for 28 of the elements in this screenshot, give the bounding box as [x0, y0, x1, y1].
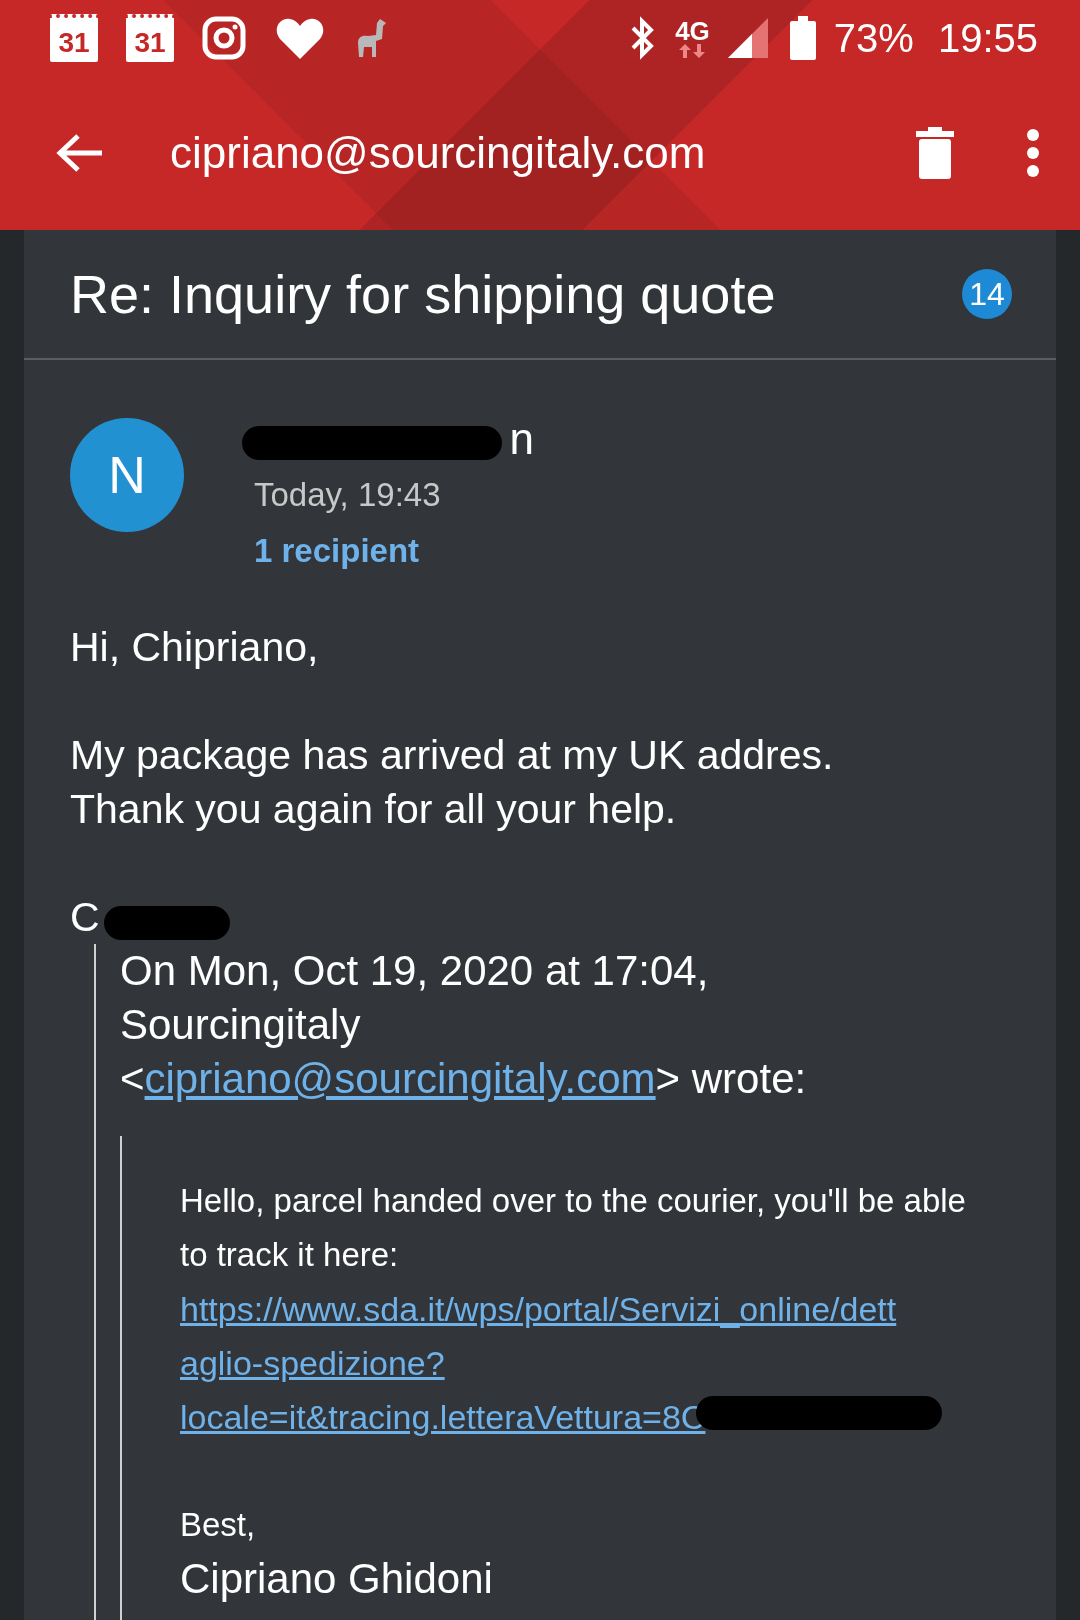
- delete-button[interactable]: [916, 127, 954, 179]
- signature-text: C: [70, 893, 100, 942]
- message-count-badge: 14: [962, 269, 1012, 319]
- message-date: Today, 19:43: [254, 476, 442, 514]
- clock-time: 19:55: [937, 15, 1038, 61]
- battery-percent: 73%: [833, 15, 914, 61]
- data-arrows-icon: [677, 44, 708, 58]
- sender-avatar: N: [70, 418, 184, 532]
- subject-title: Re: Inquiry for shipping quote: [70, 263, 777, 325]
- calendar-icon: 31: [50, 14, 98, 62]
- tracking-link[interactable]: https://www.sda.it/wps/portal/Servizi_online/dett aglio-spedizione? locale=it&tracing.letteraVettura=8C: [180, 1282, 1056, 1444]
- greeting-text: Hi, Chipriano,: [70, 623, 320, 672]
- recipients-link[interactable]: 1 recipient: [254, 532, 534, 570]
- app-bar-title: cipriano@sourcingitaly.com: [170, 128, 707, 178]
- calendar-icon: 31: [126, 14, 174, 62]
- back-button[interactable]: [56, 133, 104, 173]
- sender-name: n: [509, 414, 534, 464]
- message-paragraph: My package has arrived at my UK addres. Thank you again for all your help.: [70, 731, 835, 834]
- quoted-message-text: Hello, parcel handed over to the courier, you'll be able to track it here:: [180, 1181, 967, 1275]
- closing-text: Best,: [180, 1505, 257, 1545]
- camera-icon: [202, 16, 246, 60]
- sender-signature: Cipriano Ghidoni: [180, 1554, 494, 1604]
- battery-icon: [789, 16, 816, 60]
- network-type: 4G: [675, 18, 710, 44]
- email-link[interactable]: cipriano@sourcingitaly.com: [144, 1055, 656, 1102]
- heart-icon: [276, 17, 324, 59]
- more-options-button[interactable]: [1026, 128, 1040, 178]
- quote-header: On Mon, Oct 19, 2020 at 17:04, Sourcingitaly <cipriano@sourcingitaly.com> wrote:: [120, 946, 808, 1104]
